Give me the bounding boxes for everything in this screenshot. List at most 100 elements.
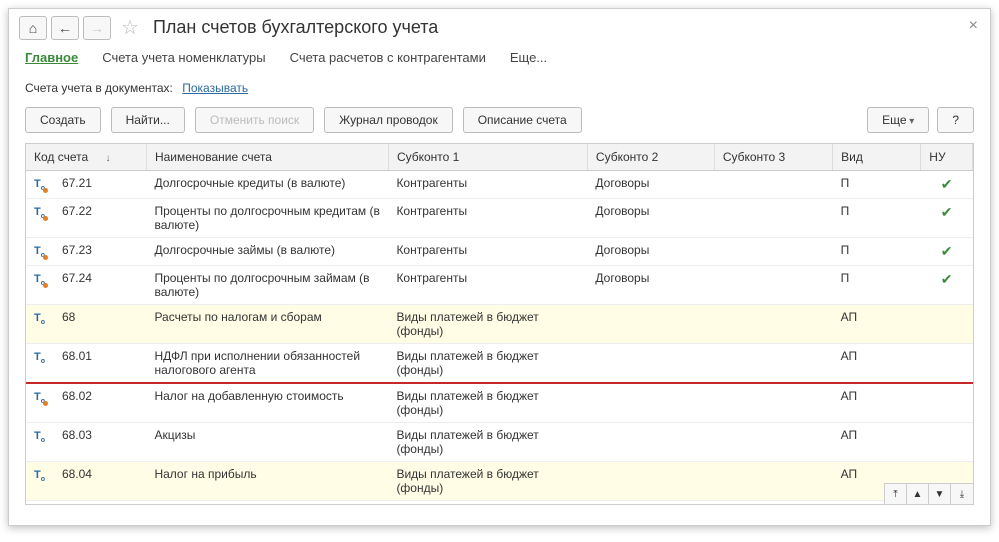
pager-first-icon[interactable]: ⤒: [885, 484, 907, 504]
cell-sub2: Договоры: [587, 266, 714, 305]
table-body: Tо67.21Долгосрочные кредиты (в валюте)Ко…: [26, 171, 973, 506]
help-button[interactable]: ?: [937, 107, 974, 133]
favorite-star-icon[interactable]: ☆: [121, 15, 139, 40]
table-row[interactable]: Tо68.04.1Расчеты с бюджетомВиды платежей…: [26, 501, 973, 506]
cell-sub2: [587, 305, 714, 344]
col-header-nu[interactable]: НУ: [921, 144, 973, 171]
tab-more[interactable]: Еще...: [510, 50, 547, 65]
cell-code: 68.04: [54, 462, 147, 501]
table-row[interactable]: Tо67.21Долгосрочные кредиты (в валюте)Ко…: [26, 171, 973, 199]
cell-sub1: Виды платежей в бюджет (фонды): [388, 383, 587, 423]
check-icon: ✔: [929, 243, 965, 260]
cell-sub3: [714, 238, 832, 266]
col-header-code[interactable]: Код счета ↓: [26, 144, 146, 171]
find-button[interactable]: Найти...: [111, 107, 185, 133]
cell-name: Акцизы: [146, 423, 388, 462]
table-row[interactable]: Tо 68.04Налог на прибыльВиды платежей в б…: [26, 462, 973, 501]
col-header-code-label: Код счета: [34, 150, 88, 164]
description-button[interactable]: Описание счета: [463, 107, 582, 133]
check-icon: ✔: [929, 176, 965, 193]
cell-sub2: Договоры: [587, 171, 714, 199]
cell-name: Налог на добавленную стоимость: [146, 383, 388, 423]
cell-nu: ✔: [921, 199, 973, 238]
cell-sub3: [714, 423, 832, 462]
table-row[interactable]: Tо68Расчеты по налогам и сборамВиды плат…: [26, 305, 973, 344]
create-button[interactable]: Создать: [25, 107, 101, 133]
account-icon: Tо: [34, 351, 45, 365]
pager-up-icon[interactable]: ▲: [907, 484, 929, 504]
docs-label: Счета учета в документах:: [25, 81, 173, 95]
cell-name: НДФЛ при исполнении обязанностей налогов…: [146, 344, 388, 384]
forward-button[interactable]: →: [83, 16, 111, 40]
cell-sub1: Виды платежей в бюджет (фонды): [388, 462, 587, 501]
home-button[interactable]: ⌂: [19, 16, 47, 40]
more-button[interactable]: Еще: [867, 107, 929, 133]
tab-nomenclature[interactable]: Счета учета номенклатуры: [102, 50, 265, 65]
tab-main[interactable]: Главное: [25, 50, 78, 65]
cell-sub1: Контрагенты: [388, 199, 587, 238]
cell-sub2: [587, 383, 714, 423]
back-button[interactable]: ←: [51, 16, 79, 40]
table-row[interactable]: Tо 68.02Налог на добавленную стоимостьВид…: [26, 383, 973, 423]
table-container: Код счета ↓ Наименование счета Субконто …: [25, 143, 974, 505]
cell-code: 68.02: [54, 383, 147, 423]
cell-sub3: [714, 266, 832, 305]
sort-descending-icon: ↓: [106, 153, 111, 164]
cell-sub3: [714, 305, 832, 344]
cell-sub2: [587, 344, 714, 384]
cell-vid: П: [833, 171, 921, 199]
check-icon: ✔: [929, 204, 965, 221]
cell-vid: П: [833, 238, 921, 266]
cell-code: 68.01: [54, 344, 147, 384]
docs-show-link[interactable]: Показывать: [182, 81, 248, 95]
cell-sub1: Контрагенты: [388, 266, 587, 305]
cell-sub1: Виды платежей в бюджет (фонды): [388, 305, 587, 344]
cell-sub2: [587, 423, 714, 462]
cell-sub1: Виды платежей в бюджет (фонды): [388, 344, 587, 384]
cell-sub1: Контрагенты: [388, 238, 587, 266]
cell-nu: ✔: [921, 238, 973, 266]
table-row[interactable]: Tо67.24Проценты по долгосрочным займам (…: [26, 266, 973, 305]
tab-contractors[interactable]: Счета расчетов с контрагентами: [290, 50, 486, 65]
table-row[interactable]: Tо67.22Проценты по долгосрочным кредитам…: [26, 199, 973, 238]
account-icon: Tо: [34, 206, 45, 220]
journal-button[interactable]: Журнал проводок: [324, 107, 453, 133]
cell-sub2: Договоры: [587, 238, 714, 266]
cell-sub1: Контрагенты: [388, 171, 587, 199]
col-header-name[interactable]: Наименование счета: [146, 144, 388, 171]
cell-sub1: Виды платежей в бюджет (фонды): [388, 423, 587, 462]
cell-nu: [921, 305, 973, 344]
table-row[interactable]: Tо 68.01НДФЛ при исполнении обязанностей …: [26, 344, 973, 384]
close-icon[interactable]: ×: [969, 17, 978, 35]
col-header-vid[interactable]: Вид: [833, 144, 921, 171]
cell-nu: [921, 344, 973, 384]
cell-sub3: [714, 199, 832, 238]
cancel-find-button[interactable]: Отменить поиск: [195, 107, 314, 133]
cell-sub3: [714, 383, 832, 423]
cell-vid: АП: [833, 344, 921, 384]
col-header-sub1[interactable]: Субконто 1: [388, 144, 587, 171]
cell-code: 67.23: [54, 238, 147, 266]
account-icon: Tо: [34, 469, 45, 483]
page-title: План счетов бухгалтерского учета: [153, 17, 438, 38]
cell-sub3: [714, 462, 832, 501]
cell-sub2: Договоры: [587, 199, 714, 238]
col-header-sub3[interactable]: Субконто 3: [714, 144, 832, 171]
docs-line: Счета учета в документах: Показывать: [9, 75, 990, 107]
pager-last-icon[interactable]: ⤓: [951, 484, 973, 504]
cell-name: Проценты по долгосрочным займам (в валют…: [146, 266, 388, 305]
col-header-sub2[interactable]: Субконто 2: [587, 144, 714, 171]
cell-vid: АП: [833, 423, 921, 462]
table-row[interactable]: Tо68.03АкцизыВиды платежей в бюджет (фон…: [26, 423, 973, 462]
cell-name: Налог на прибыль: [146, 462, 388, 501]
cell-name: Расчеты по налогам и сборам: [146, 305, 388, 344]
cell-code: 68: [54, 305, 147, 344]
cell-sub2: Уровни бюджетов: [587, 501, 714, 506]
account-icon: Tо: [34, 391, 45, 405]
cell-vid: АП: [833, 383, 921, 423]
pager-down-icon[interactable]: ▼: [929, 484, 951, 504]
toolbar: Создать Найти... Отменить поиск Журнал п…: [9, 107, 990, 143]
accounts-table: Код счета ↓ Наименование счета Субконто …: [26, 144, 973, 505]
cell-vid: П: [833, 199, 921, 238]
table-row[interactable]: Tо67.23Долгосрочные займы (в валюте)Конт…: [26, 238, 973, 266]
